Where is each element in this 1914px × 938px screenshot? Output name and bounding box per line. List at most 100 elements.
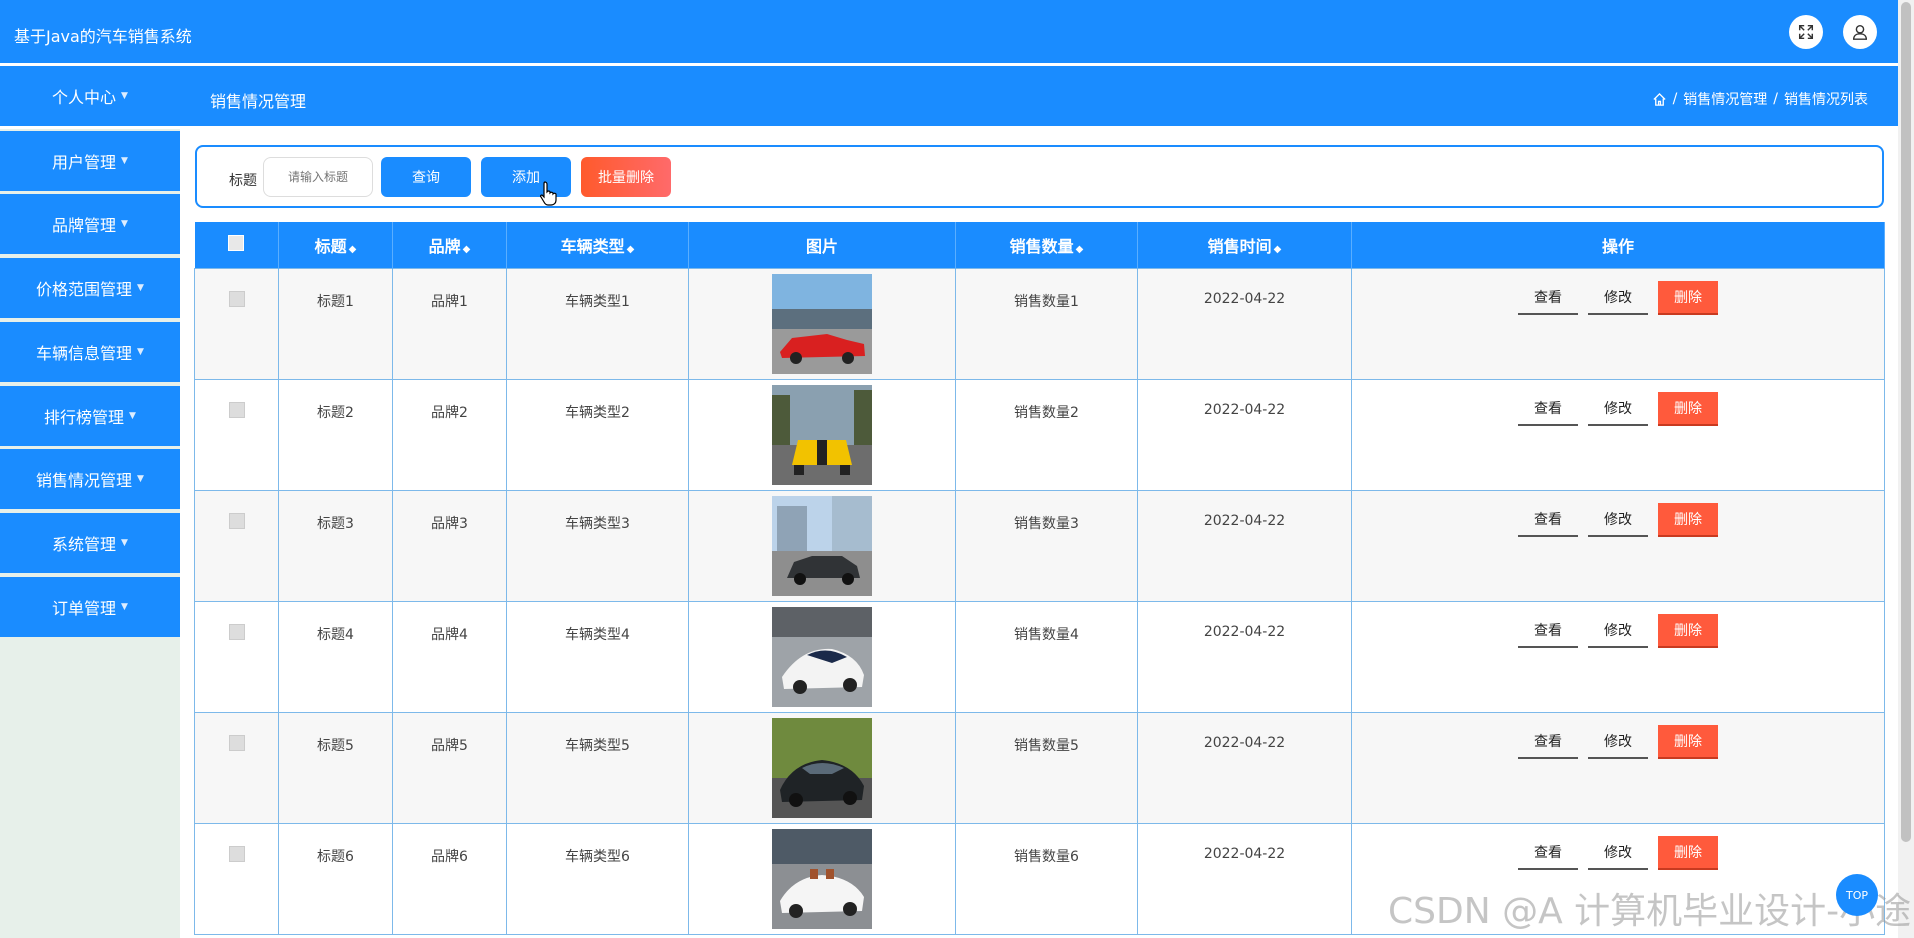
row-checkbox[interactable]	[228, 623, 245, 640]
cell-brand: 品牌1	[392, 267, 507, 380]
breadcrumb-separator: /	[1773, 91, 1778, 107]
view-button[interactable]: 查看	[1518, 503, 1578, 537]
chevron-down-icon: ▼	[121, 91, 128, 101]
delete-button[interactable]: 删除	[1658, 502, 1718, 537]
cell-vehicle-type: 车辆类型2	[506, 378, 689, 491]
scrollbar-thumb[interactable]	[1901, 2, 1911, 842]
car-image-red-convertible	[772, 273, 872, 374]
column-header-image: 图片	[688, 222, 956, 268]
car-image-yellow-muscle-car	[772, 384, 872, 485]
cell-vehicle-type: 车辆类型6	[506, 822, 689, 935]
back-to-top-button[interactable]: TOP	[1836, 874, 1878, 916]
sidebar-item-label: 系统管理	[52, 535, 117, 554]
cell-sales-time: 2022-04-22	[1137, 600, 1352, 713]
sidebar-item-vehicles[interactable]: 车辆信息管理 ▼	[0, 322, 180, 382]
view-button[interactable]: 查看	[1518, 281, 1578, 315]
column-header-sales-time[interactable]: 销售时间 ◆	[1137, 222, 1352, 268]
cell-brand: 品牌5	[392, 711, 507, 824]
chevron-down-icon: ▼	[121, 538, 128, 548]
breadcrumb-item-sales[interactable]: 销售情况管理	[1683, 89, 1767, 109]
top-navbar: 基于Java的汽车销售系统	[0, 0, 1898, 63]
sub-header: 销售情况管理 / 销售情况管理 / 销售情况列表	[0, 66, 1898, 126]
column-header-sales-qty[interactable]: 销售数量 ◆	[955, 222, 1138, 268]
sidebar-item-sales[interactable]: 销售情况管理 ▼	[0, 449, 180, 509]
row-checkbox[interactable]	[228, 512, 245, 529]
row-checkbox[interactable]	[228, 845, 245, 862]
cell-title: 标题3	[278, 489, 393, 602]
sidebar-item-label: 车辆信息管理	[36, 344, 133, 363]
edit-button[interactable]: 修改	[1588, 281, 1648, 315]
table-row: 标题4 品牌4 车辆类型4 销售数量4 2022-04-22 查看 修改 删除	[194, 600, 1885, 713]
select-all-checkbox[interactable]	[228, 234, 245, 251]
cell-title: 标题1	[278, 267, 393, 380]
cell-brand: 品牌2	[392, 378, 507, 491]
edit-button[interactable]: 修改	[1588, 836, 1648, 870]
cell-vehicle-type: 车辆类型4	[506, 600, 689, 713]
cell-brand: 品牌4	[392, 600, 507, 713]
page-scrollbar[interactable]	[1898, 0, 1914, 938]
chevron-down-icon: ▼	[129, 411, 136, 421]
breadcrumb-separator: /	[1672, 91, 1678, 107]
chevron-down-icon: ▼	[137, 347, 144, 357]
cell-vehicle-type: 车辆类型5	[506, 711, 689, 824]
sort-icon: ◆	[626, 243, 635, 255]
edit-button[interactable]: 修改	[1588, 725, 1648, 759]
sidebar-item-label: 销售情况管理	[36, 471, 133, 490]
view-button[interactable]: 查看	[1518, 392, 1578, 426]
delete-button[interactable]: 删除	[1658, 724, 1718, 759]
sidebar-item-ranking[interactable]: 排行榜管理 ▼	[0, 386, 180, 446]
chevron-down-icon: ▼	[137, 474, 144, 484]
sidebar-item-users[interactable]: 用户管理 ▼	[0, 131, 180, 191]
watermark: CSDN @A 计算机毕业设计-小途	[1388, 891, 1912, 932]
delete-button[interactable]: 删除	[1658, 391, 1718, 426]
row-checkbox[interactable]	[228, 401, 245, 418]
cell-sales-time: 2022-04-22	[1137, 489, 1352, 602]
cell-sales-time: 2022-04-22	[1137, 267, 1352, 380]
search-input[interactable]	[263, 157, 373, 197]
delete-button[interactable]: 删除	[1658, 835, 1718, 870]
sidebar-item-label: 用户管理	[52, 153, 117, 172]
view-button[interactable]: 查看	[1518, 725, 1578, 759]
sidebar-item-brands[interactable]: 品牌管理 ▼	[0, 194, 180, 254]
sidebar-item-label: 个人中心	[52, 88, 117, 107]
user-avatar-button[interactable]	[1843, 15, 1877, 49]
select-all-cell	[194, 222, 279, 268]
edit-button[interactable]: 修改	[1588, 614, 1648, 648]
cell-sales-qty: 销售数量5	[955, 711, 1138, 824]
fullscreen-icon	[1798, 24, 1814, 40]
column-header-vehicle-type[interactable]: 车辆类型 ◆	[506, 222, 689, 268]
fullscreen-button[interactable]	[1789, 15, 1823, 49]
sidebar-item-price-range[interactable]: 价格范围管理 ▼	[0, 258, 180, 318]
delete-button[interactable]: 删除	[1658, 613, 1718, 648]
sidebar-item-orders[interactable]: 订单管理 ▼	[0, 577, 180, 637]
column-header-title[interactable]: 标题 ◆	[278, 222, 393, 268]
column-header-actions: 操作	[1351, 222, 1885, 268]
sidebar-item-personal-center[interactable]: 个人中心 ▼	[0, 66, 180, 126]
edit-button[interactable]: 修改	[1588, 503, 1648, 537]
breadcrumb-item-list: 销售情况列表	[1784, 92, 1868, 108]
view-button[interactable]: 查看	[1518, 836, 1578, 870]
batch-delete-button[interactable]: 批量删除	[581, 157, 671, 197]
app-title: 基于Java的汽车销售系统	[14, 27, 192, 46]
row-checkbox[interactable]	[228, 734, 245, 751]
column-header-brand[interactable]: 品牌 ◆	[392, 222, 507, 268]
sales-table: 标题 ◆ 品牌 ◆ 车辆类型 ◆ 图片 销售数量 ◆ 销售时间 ◆ 操作 标题1 品牌1 …	[194, 222, 1885, 935]
cell-sales-qty: 销售数量6	[955, 822, 1138, 935]
query-button[interactable]: 查询	[381, 157, 471, 197]
sidebar-item-label: 价格范围管理	[36, 280, 133, 299]
search-label: 标题	[229, 173, 257, 189]
cell-title: 标题4	[278, 600, 393, 713]
view-button[interactable]: 查看	[1518, 614, 1578, 648]
cell-sales-time: 2022-04-22	[1137, 822, 1352, 935]
cell-sales-time: 2022-04-22	[1137, 378, 1352, 491]
row-checkbox[interactable]	[228, 290, 245, 307]
chevron-down-icon: ▼	[137, 283, 144, 293]
sort-icon: ◆	[348, 243, 357, 255]
home-icon[interactable]	[1652, 92, 1667, 107]
edit-button[interactable]: 修改	[1588, 392, 1648, 426]
sort-icon: ◆	[462, 243, 471, 255]
delete-button[interactable]: 删除	[1658, 280, 1718, 315]
car-image-white-roadster	[772, 828, 872, 929]
cell-title: 标题6	[278, 822, 393, 935]
sidebar-item-system[interactable]: 系统管理 ▼	[0, 513, 180, 573]
